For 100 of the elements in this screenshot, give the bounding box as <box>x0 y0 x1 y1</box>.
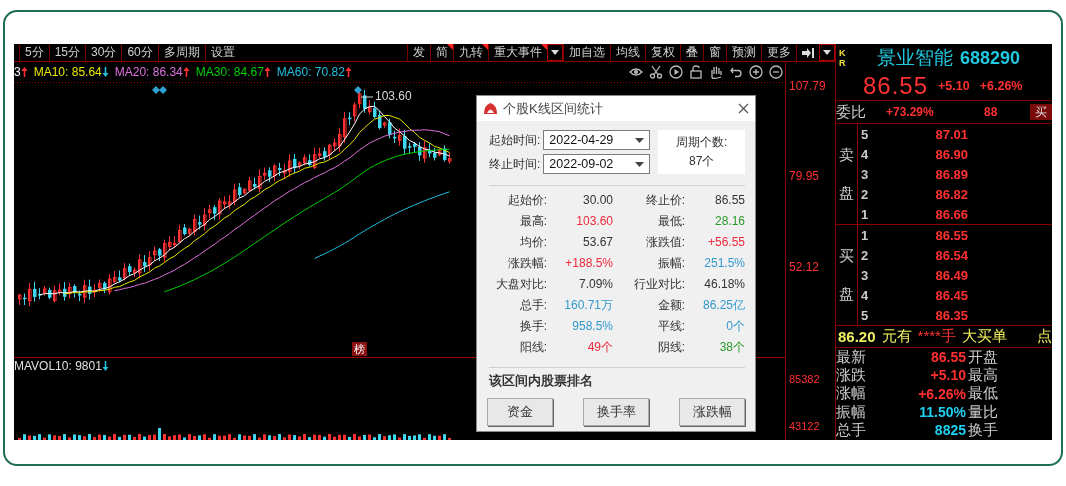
stat-label: 终止价: <box>644 192 685 209</box>
toolbar-button[interactable]: 加自选 <box>563 44 610 61</box>
undo-icon[interactable] <box>729 65 743 79</box>
order-price: 86.89 <box>934 166 968 182</box>
order-level: 2 <box>860 186 870 202</box>
stat-value: 160.71万 <box>563 297 613 314</box>
toolbar-button[interactable]: 窗 <box>703 44 726 61</box>
stat-value: 86.55 <box>713 192 745 209</box>
last-price: 86.55 <box>863 72 929 100</box>
period-tab[interactable]: 30分 <box>85 44 122 61</box>
play-circle-icon[interactable] <box>669 65 683 79</box>
quote-label: 涨幅 <box>836 384 867 404</box>
stat-label: 大盘对比: <box>494 276 547 293</box>
toolbar-button[interactable]: 复权 <box>645 44 680 61</box>
order-price: 86.35 <box>934 307 968 323</box>
order-level: 1 <box>860 227 870 243</box>
toolbar-button[interactable]: 预测 <box>726 44 761 61</box>
close-icon[interactable] <box>738 103 749 114</box>
volume-ma-label: MAVOL10: 9801 <box>14 359 102 373</box>
stat-label: 最高: <box>518 213 547 230</box>
ranking-button[interactable]: 换手率 <box>583 398 649 426</box>
padlock-icon[interactable] <box>689 65 703 79</box>
scissors-icon[interactable] <box>649 65 663 79</box>
stat-label: 金额: <box>656 297 685 314</box>
dropdown-button[interactable] <box>819 44 835 61</box>
toolbar-button[interactable]: 更多 <box>761 44 796 61</box>
toolbar-button[interactable]: 九转 <box>453 44 488 61</box>
stat-label: 阳线: <box>518 339 547 356</box>
stat-label: 涨跌幅: <box>506 255 547 272</box>
caret-down-icon <box>551 49 559 56</box>
price-label: 103.60 <box>375 89 412 103</box>
period-label: 周期个数: <box>676 134 728 151</box>
quote-value: +5.10 <box>929 367 966 384</box>
order-level: 4 <box>860 287 870 303</box>
ranking-button[interactable]: 资金 <box>487 398 553 426</box>
percent-change: +6.26% <box>979 79 1023 93</box>
price-axis-label: 107.79 <box>789 79 826 93</box>
stat-value: 49个 <box>586 339 613 356</box>
ticker-text: 大买单 <box>961 327 1007 346</box>
zoom-in-icon[interactable] <box>749 65 763 79</box>
stock-code: 688290 <box>960 47 1021 69</box>
order-price: 86.54 <box>934 247 968 263</box>
date-field[interactable]: 2022-09-02 <box>543 154 651 174</box>
ticker-text: 元有 <box>881 327 912 346</box>
toolbar-button[interactable]: 均线 <box>610 44 645 61</box>
price-axis-label: 79.95 <box>789 169 820 183</box>
quote-value: 11.50% <box>918 404 966 421</box>
order-book-label: 卖盘 <box>839 145 854 203</box>
hand-icon[interactable] <box>709 65 723 79</box>
zoom-out-icon[interactable] <box>769 65 783 79</box>
order-book-label: 买盘 <box>839 246 854 304</box>
price-change: +5.10 <box>938 79 970 93</box>
period-tab[interactable]: 60分 <box>121 44 158 61</box>
stock-name: 景业智能 <box>877 46 953 70</box>
stat-value: 0个 <box>725 318 745 335</box>
ratio-value: +73.29% <box>885 105 935 119</box>
diamond-icon <box>354 86 362 94</box>
board-label: R <box>839 58 847 68</box>
toolbar-button[interactable]: 简 <box>430 44 453 61</box>
order-level: 2 <box>860 247 870 263</box>
period-count: 87个 <box>689 153 715 170</box>
order-price: 86.90 <box>934 146 968 162</box>
quote-value: +6.26% <box>917 385 966 402</box>
stat-value: +188.5% <box>564 255 613 272</box>
toolbar-button[interactable]: 发 <box>407 44 430 61</box>
ticker-text: 点 <box>1036 327 1052 346</box>
caret-down-icon <box>635 161 645 167</box>
quote-label: 振幅 <box>836 402 867 422</box>
moving-average-label: MA10: 85.64 <box>33 65 102 79</box>
stat-label: 均价: <box>518 234 547 251</box>
quote-label: 换手 <box>968 420 998 440</box>
ranking-button[interactable]: 涨跌幅 <box>679 398 745 426</box>
quote-label: 最低 <box>968 384 998 404</box>
caret-down-icon <box>635 137 645 143</box>
stat-value: 28.16 <box>713 213 745 230</box>
ticker-text: 86.20 <box>838 328 876 345</box>
period-tab[interactable]: 多周期 <box>157 44 205 61</box>
toolbar-button[interactable]: 叠 <box>680 44 703 61</box>
order-price: 86.82 <box>934 186 968 202</box>
stat-value: 103.60 <box>575 213 613 230</box>
stat-value: 38个 <box>718 339 745 356</box>
stat-label: 总手: <box>518 297 547 314</box>
dropdown-button[interactable] <box>547 44 563 61</box>
period-tab[interactable]: 5分 <box>19 44 49 61</box>
stat-value: 86.25亿 <box>701 297 745 314</box>
period-tab[interactable]: 15分 <box>48 44 86 61</box>
buy-button[interactable]: 买 <box>1030 104 1052 120</box>
order-level: 1 <box>860 206 870 222</box>
stat-value: 46.18% <box>703 276 745 293</box>
stat-label: 换手: <box>518 318 547 335</box>
order-price: 86.49 <box>934 267 968 283</box>
date-field[interactable]: 2022-04-29 <box>543 130 651 150</box>
period-tab[interactable]: 设置 <box>204 44 240 61</box>
board-label: K <box>839 48 847 58</box>
stat-value: 30.00 <box>581 192 613 209</box>
toolbar-button[interactable]: 重大事件 <box>488 44 547 61</box>
quote-label: 涨跌 <box>836 365 867 385</box>
stat-label: 平线: <box>656 318 685 335</box>
order-level: 5 <box>860 307 870 323</box>
eye-icon[interactable] <box>629 65 643 79</box>
